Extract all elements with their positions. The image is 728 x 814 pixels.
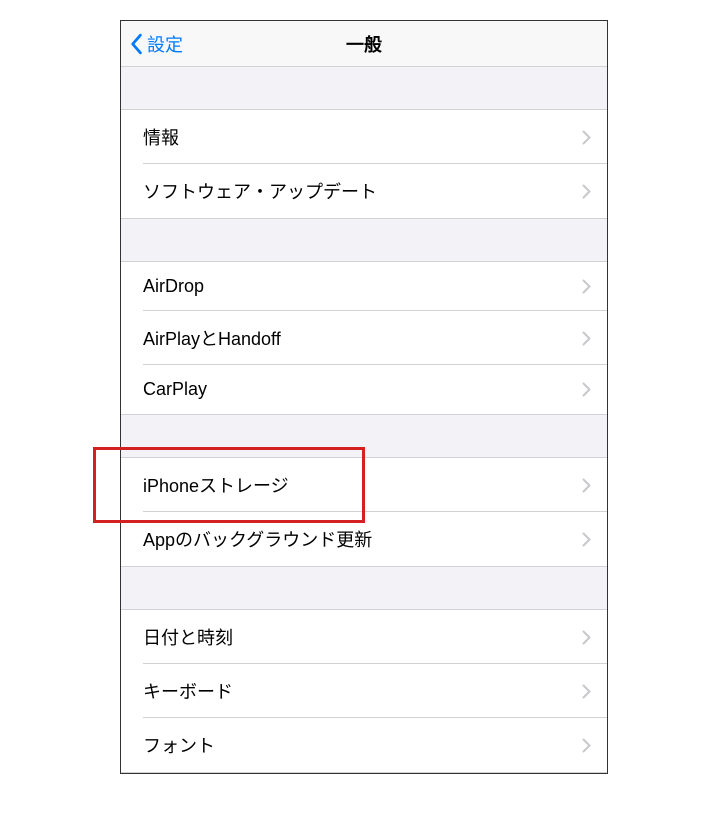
item-label: CarPlay	[143, 379, 207, 400]
item-label: Appのバックグラウンド更新	[143, 526, 372, 552]
settings-item-iphone-storage[interactable]: iPhoneストレージ	[121, 458, 607, 512]
item-label: フォント	[143, 732, 215, 758]
chevron-right-icon	[582, 738, 591, 753]
chevron-right-icon	[582, 279, 591, 294]
settings-item-software-update[interactable]: ソフトウェア・アップデート	[121, 164, 607, 218]
chevron-right-icon	[582, 184, 591, 199]
chevron-right-icon	[582, 130, 591, 145]
back-label: 設定	[147, 31, 183, 57]
chevron-right-icon	[582, 630, 591, 645]
item-label: iPhoneストレージ	[143, 472, 289, 498]
group-spacer	[121, 219, 607, 261]
item-label: AirDrop	[143, 276, 204, 297]
settings-content: 情報ソフトウェア・アップデート AirDrop AirPlayとHandoff Car…	[121, 67, 607, 773]
group-spacer	[121, 415, 607, 457]
page-title: 一般	[346, 31, 382, 57]
settings-item-carplay[interactable]: CarPlay	[121, 365, 607, 414]
settings-item-about[interactable]: 情報	[121, 110, 607, 164]
item-label: AirPlayとHandoff	[143, 325, 281, 351]
chevron-right-icon	[582, 532, 591, 547]
chevron-right-icon	[582, 684, 591, 699]
item-label: キーボード	[143, 678, 233, 704]
settings-item-keyboard[interactable]: キーボード	[121, 664, 607, 718]
settings-item-airdrop[interactable]: AirDrop	[121, 262, 607, 311]
chevron-right-icon	[582, 382, 591, 397]
item-label: 日付と時刻	[143, 624, 233, 650]
settings-group: iPhoneストレージ Appのバックグラウンド更新	[121, 457, 607, 567]
settings-item-fonts[interactable]: フォント	[121, 718, 607, 772]
item-label: ソフトウェア・アップデート	[143, 178, 377, 204]
settings-group: AirDrop AirPlayとHandoff CarPlay	[121, 261, 607, 415]
device-frame: 設定 一般 情報ソフトウェア・アップデート AirDrop AirPlayとHand…	[120, 20, 608, 774]
group-spacer	[121, 67, 607, 109]
settings-item-date-time[interactable]: 日付と時刻	[121, 610, 607, 664]
settings-group: 情報ソフトウェア・アップデート	[121, 109, 607, 219]
settings-item-background-app-refresh[interactable]: Appのバックグラウンド更新	[121, 512, 607, 566]
back-button[interactable]: 設定	[121, 31, 183, 57]
chevron-right-icon	[582, 331, 591, 346]
item-label: 情報	[143, 124, 179, 150]
settings-item-airplay-handoff[interactable]: AirPlayとHandoff	[121, 311, 607, 365]
group-spacer	[121, 567, 607, 609]
chevron-left-icon	[129, 33, 143, 55]
navigation-bar: 設定 一般	[121, 21, 607, 67]
chevron-right-icon	[582, 478, 591, 493]
settings-group: 日付と時刻キーボードフォント	[121, 609, 607, 773]
